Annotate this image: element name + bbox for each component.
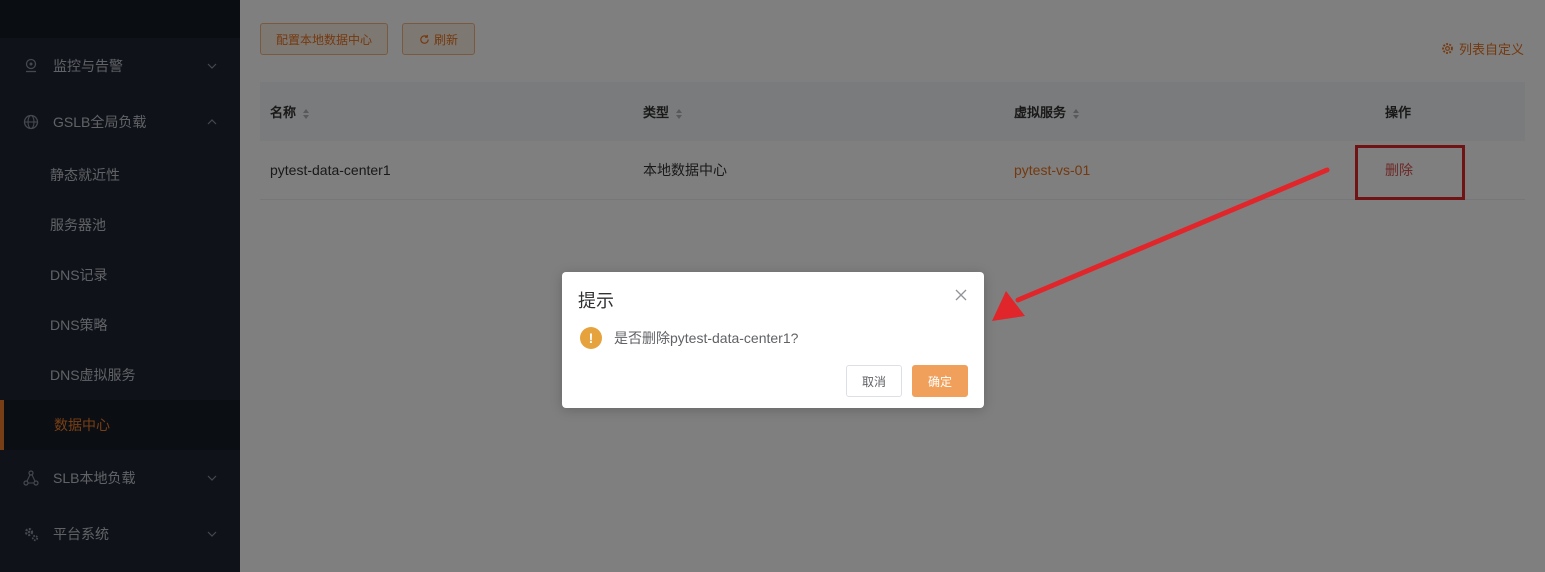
dialog-title: 提示 bbox=[578, 291, 614, 311]
dialog-message: 是否删除pytest-data-center1? bbox=[614, 330, 799, 346]
dialog-body: ! 是否删除pytest-data-center1? bbox=[580, 327, 798, 349]
close-icon[interactable] bbox=[954, 288, 968, 302]
confirm-dialog: 提示 ! 是否删除pytest-data-center1? 取消 确定 bbox=[562, 272, 984, 408]
warning-icon: ! bbox=[580, 327, 602, 349]
cancel-button[interactable]: 取消 bbox=[846, 365, 902, 397]
confirm-button[interactable]: 确定 bbox=[912, 365, 968, 397]
